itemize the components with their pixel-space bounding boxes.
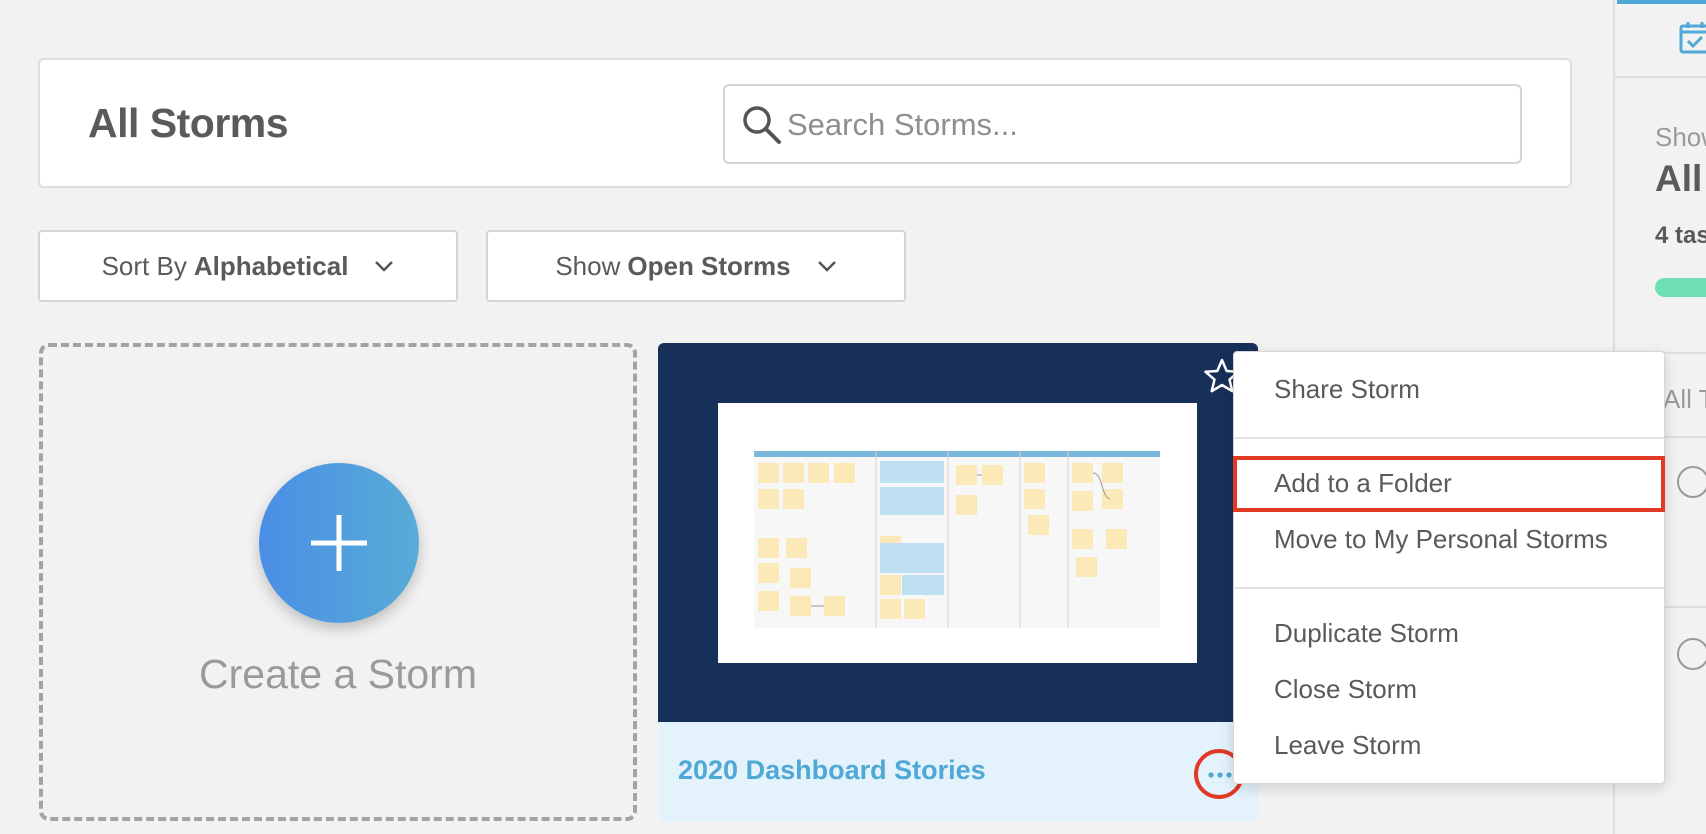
menu-item-close-storm[interactable]: Close Storm [1274, 674, 1417, 705]
panel-active-tab-indicator [1617, 0, 1706, 4]
highlight-add-to-folder [1233, 456, 1665, 512]
panel-filter-value[interactable]: All [1655, 158, 1702, 200]
storm-thumbnail[interactable] [658, 343, 1258, 722]
storm-name[interactable]: 2020 Dashboard Stories [678, 755, 986, 786]
sort-prefix: Sort By [101, 250, 187, 281]
panel-task-count: 4 tas [1655, 222, 1706, 249]
sort-value: Alphabetical [193, 250, 349, 281]
calendar-check-icon[interactable] [1679, 20, 1706, 54]
menu-divider [1234, 587, 1664, 589]
show-prefix: Show [555, 250, 621, 281]
panel-tab-all[interactable]: All T [1663, 384, 1706, 415]
page-title: All Storms [88, 100, 289, 146]
storm-preview-board [754, 451, 1160, 628]
show-value: Open Storms [627, 250, 791, 281]
menu-item-move-to-personal[interactable]: Move to My Personal Storms [1274, 524, 1608, 555]
chevron-down-icon [375, 261, 394, 272]
storm-preview [718, 403, 1197, 663]
panel-progress-bar [1655, 278, 1706, 297]
create-storm-card[interactable]: Create a Storm [39, 343, 637, 821]
search-input[interactable] [787, 98, 1507, 152]
menu-item-share-storm[interactable]: Share Storm [1274, 374, 1420, 405]
menu-item-duplicate-storm[interactable]: Duplicate Storm [1274, 618, 1459, 649]
search-icon [743, 106, 781, 144]
storm-context-menu: Share Storm Add to a Folder Move to My P… [1233, 351, 1665, 784]
menu-divider [1234, 437, 1664, 439]
task-checkbox[interactable] [1677, 466, 1706, 498]
create-storm-button[interactable] [259, 463, 419, 623]
chevron-down-icon [817, 261, 836, 272]
header-panel: All Storms [38, 58, 1572, 188]
menu-item-leave-storm[interactable]: Leave Storm [1274, 730, 1421, 761]
show-dropdown[interactable]: Show Open Storms [486, 230, 906, 302]
task-checkbox[interactable] [1677, 638, 1706, 670]
create-storm-label: Create a Storm [199, 651, 477, 697]
panel-show-label: Show [1655, 122, 1706, 152]
panel-divider [1615, 76, 1706, 78]
plus-icon [311, 515, 367, 571]
storm-card[interactable]: 2020 Dashboard Stories [658, 343, 1258, 822]
more-dots-icon [1208, 772, 1232, 778]
sort-dropdown[interactable]: Sort By Alphabetical [38, 230, 458, 302]
search-box[interactable] [723, 84, 1522, 164]
